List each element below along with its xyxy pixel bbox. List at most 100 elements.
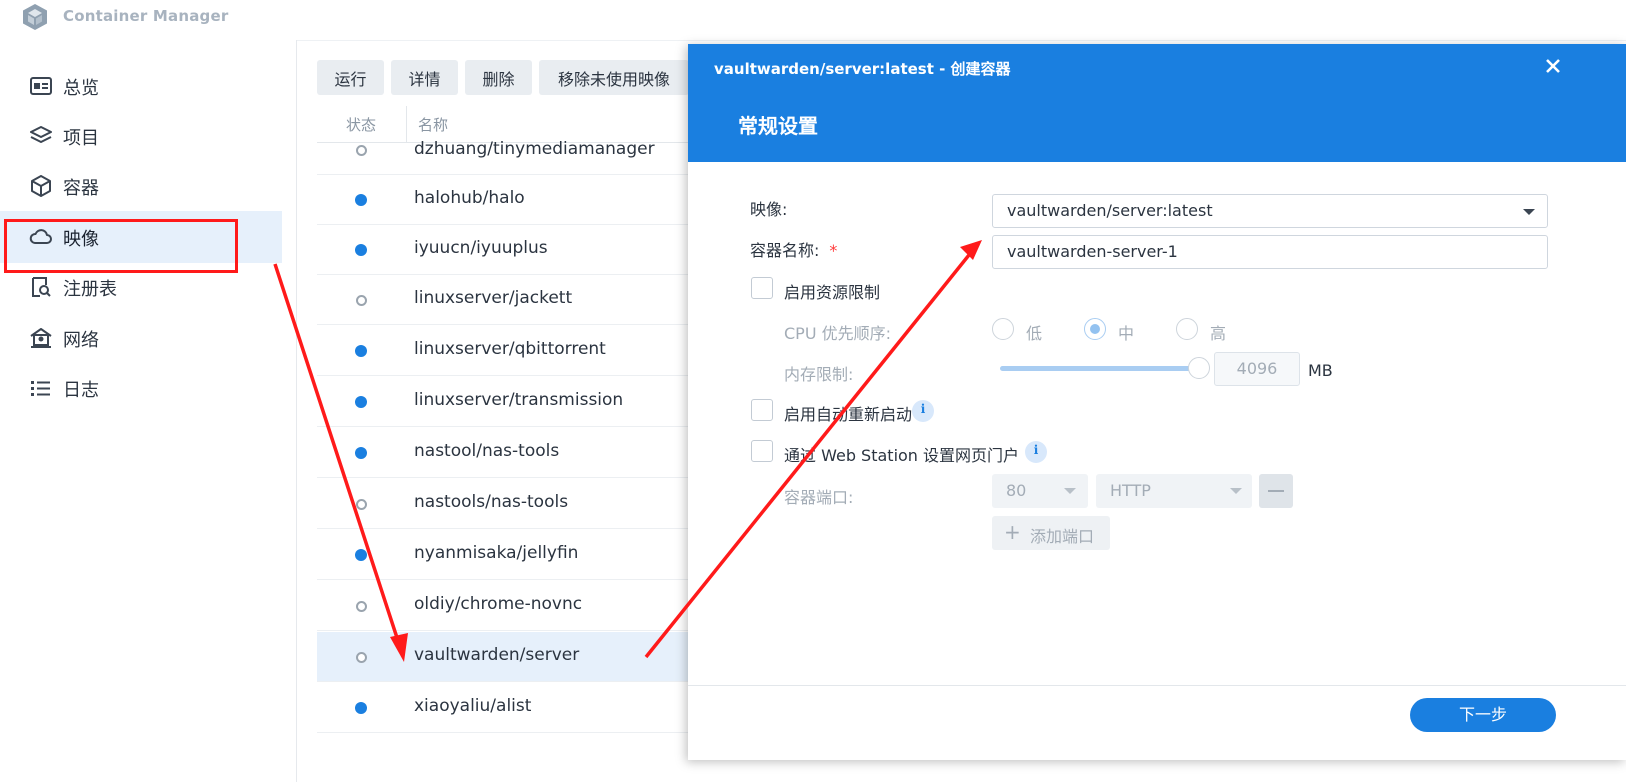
status-indicator [355, 702, 367, 714]
table-header: 状态 名称 [317, 106, 697, 143]
protocol-select[interactable]: HTTP [1096, 474, 1252, 508]
info-icon[interactable]: i [1025, 441, 1047, 463]
status-indicator [356, 295, 367, 306]
image-name: vaultwarden/server [414, 645, 580, 665]
image-name: nastool/nas-tools [414, 441, 560, 461]
status-indicator [356, 499, 367, 510]
sidebar-item-label: 日志 [63, 380, 99, 401]
sidebar-item-project[interactable]: 项目 [0, 110, 282, 162]
run-button[interactable]: 运行 [317, 60, 384, 95]
image-name: linuxserver/jackett [414, 288, 573, 308]
table-row[interactable]: halohub/halo [317, 175, 697, 225]
close-icon[interactable] [1541, 54, 1565, 78]
remove-unused-images-button[interactable]: 移除未使用映像 [539, 60, 689, 95]
sidebar-item-container[interactable]: 容器 [0, 160, 282, 212]
image-name: nyanmisaka/jellyfin [414, 543, 579, 563]
sidebar-item-label: 容器 [63, 178, 99, 199]
layers-icon [30, 126, 52, 143]
cpu-priority-label: CPU 优先顺序: [784, 324, 892, 343]
overview-icon [30, 77, 52, 95]
status-column-header[interactable]: 状态 [346, 114, 376, 135]
sidebar-item-label: 项目 [63, 128, 99, 149]
cpu-priority-medium-label: 中 [1118, 324, 1135, 343]
name-column-header[interactable]: 名称 [418, 114, 448, 135]
table-row[interactable]: nastool/nas-tools [317, 428, 697, 478]
info-icon[interactable]: i [912, 400, 934, 422]
table-row[interactable]: nastools/nas-tools [317, 479, 697, 529]
sidebar-item-overview[interactable]: 总览 [0, 60, 282, 112]
remove-port-button[interactable] [1259, 474, 1293, 508]
cpu-priority-low-radio[interactable] [992, 318, 1014, 340]
required-marker: * [829, 241, 838, 260]
container-port-select[interactable]: 80 [992, 474, 1088, 508]
table-row[interactable]: dzhuang/tinymediamanager [317, 139, 697, 175]
cpu-priority-medium-radio[interactable] [1084, 318, 1106, 340]
cube-icon [31, 175, 51, 197]
image-select-value: vaultwarden/server:latest [1007, 201, 1213, 220]
memory-slider-track[interactable] [1000, 366, 1198, 371]
sidebar-item-label: 映像 [63, 229, 99, 250]
table-row[interactable]: linuxserver/qbittorrent [317, 326, 697, 376]
table-row[interactable]: xiaoyaliu/alist [317, 683, 697, 733]
dialog-title: vaultwarden/server:latest - 创建容器 [714, 60, 1011, 78]
status-indicator [356, 145, 367, 156]
table-row[interactable]: oldiy/chrome-novnc [317, 581, 697, 631]
image-name: linuxserver/transmission [414, 390, 624, 410]
plus-icon: + [1004, 520, 1021, 544]
column-divider[interactable] [406, 106, 407, 142]
add-port-button[interactable]: + 添加端口 [992, 516, 1110, 550]
sidebar-item-log[interactable]: 日志 [0, 362, 282, 414]
container-port-label: 容器端口: [784, 488, 854, 507]
status-indicator [355, 447, 367, 459]
memory-slider-handle[interactable] [1188, 357, 1210, 379]
cpu-priority-low-label: 低 [1026, 324, 1043, 343]
status-indicator [355, 396, 367, 408]
network-icon [30, 328, 52, 348]
sidebar-item-label: 总览 [63, 78, 99, 99]
image-select[interactable]: vaultwarden/server:latest [992, 194, 1548, 228]
image-name: dzhuang/tinymediamanager [414, 139, 655, 159]
table-row-selected[interactable]: vaultwarden/server [317, 632, 697, 682]
container-name-value: vaultwarden-server-1 [1007, 242, 1178, 261]
sidebar-item-registry[interactable]: 注册表 [0, 261, 282, 313]
web-station-label: 通过 Web Station 设置网页门户 [784, 446, 1020, 465]
status-indicator [355, 549, 367, 561]
create-container-dialog: vaultwarden/server:latest - 创建容器 常规设置 映像… [688, 44, 1626, 760]
status-indicator [355, 244, 367, 256]
container-manager-logo-icon [23, 4, 47, 30]
status-indicator [356, 601, 367, 612]
list-icon [31, 381, 50, 396]
status-indicator [355, 345, 367, 357]
image-name: nastools/nas-tools [414, 492, 569, 512]
next-button[interactable]: 下一步 [1410, 698, 1556, 732]
table-row[interactable]: nyanmisaka/jellyfin [317, 530, 697, 580]
image-name: halohub/halo [414, 188, 525, 208]
web-station-checkbox[interactable] [751, 440, 773, 462]
delete-button[interactable]: 删除 [465, 60, 532, 95]
chevron-down-icon [1230, 488, 1242, 494]
image-name: oldiy/chrome-novnc [414, 594, 583, 614]
sidebar-item-network[interactable]: 网络 [0, 312, 282, 364]
title-bar: Container Manager [0, 0, 1626, 41]
table-row[interactable]: linuxserver/transmission [317, 377, 697, 427]
memory-limit-input[interactable]: 4096 [1214, 352, 1300, 386]
app-title: Container Manager [63, 7, 229, 25]
table-row[interactable]: iyuucn/iyuuplus [317, 225, 697, 275]
resource-limit-checkbox[interactable] [751, 277, 773, 299]
protocol-value: HTTP [1110, 481, 1151, 500]
details-button[interactable]: 详情 [391, 60, 458, 95]
memory-unit: MB [1308, 361, 1333, 380]
status-indicator [356, 652, 367, 663]
container-name-input[interactable]: vaultwarden-server-1 [992, 235, 1548, 269]
add-port-label: 添加端口 [1030, 527, 1095, 546]
sidebar-item-image[interactable]: 映像 [0, 211, 282, 263]
cpu-priority-high-label: 高 [1210, 324, 1227, 343]
dialog-header: vaultwarden/server:latest - 创建容器 常规设置 [688, 44, 1626, 162]
table-row[interactable]: linuxserver/jackett [317, 275, 697, 325]
container-name-label: 容器名称: * [750, 237, 837, 261]
auto-restart-checkbox[interactable] [751, 399, 773, 421]
chevron-down-icon [1523, 209, 1535, 215]
registry-search-icon [32, 277, 51, 297]
sidebar-item-label: 注册表 [63, 279, 117, 300]
cpu-priority-high-radio[interactable] [1176, 318, 1198, 340]
